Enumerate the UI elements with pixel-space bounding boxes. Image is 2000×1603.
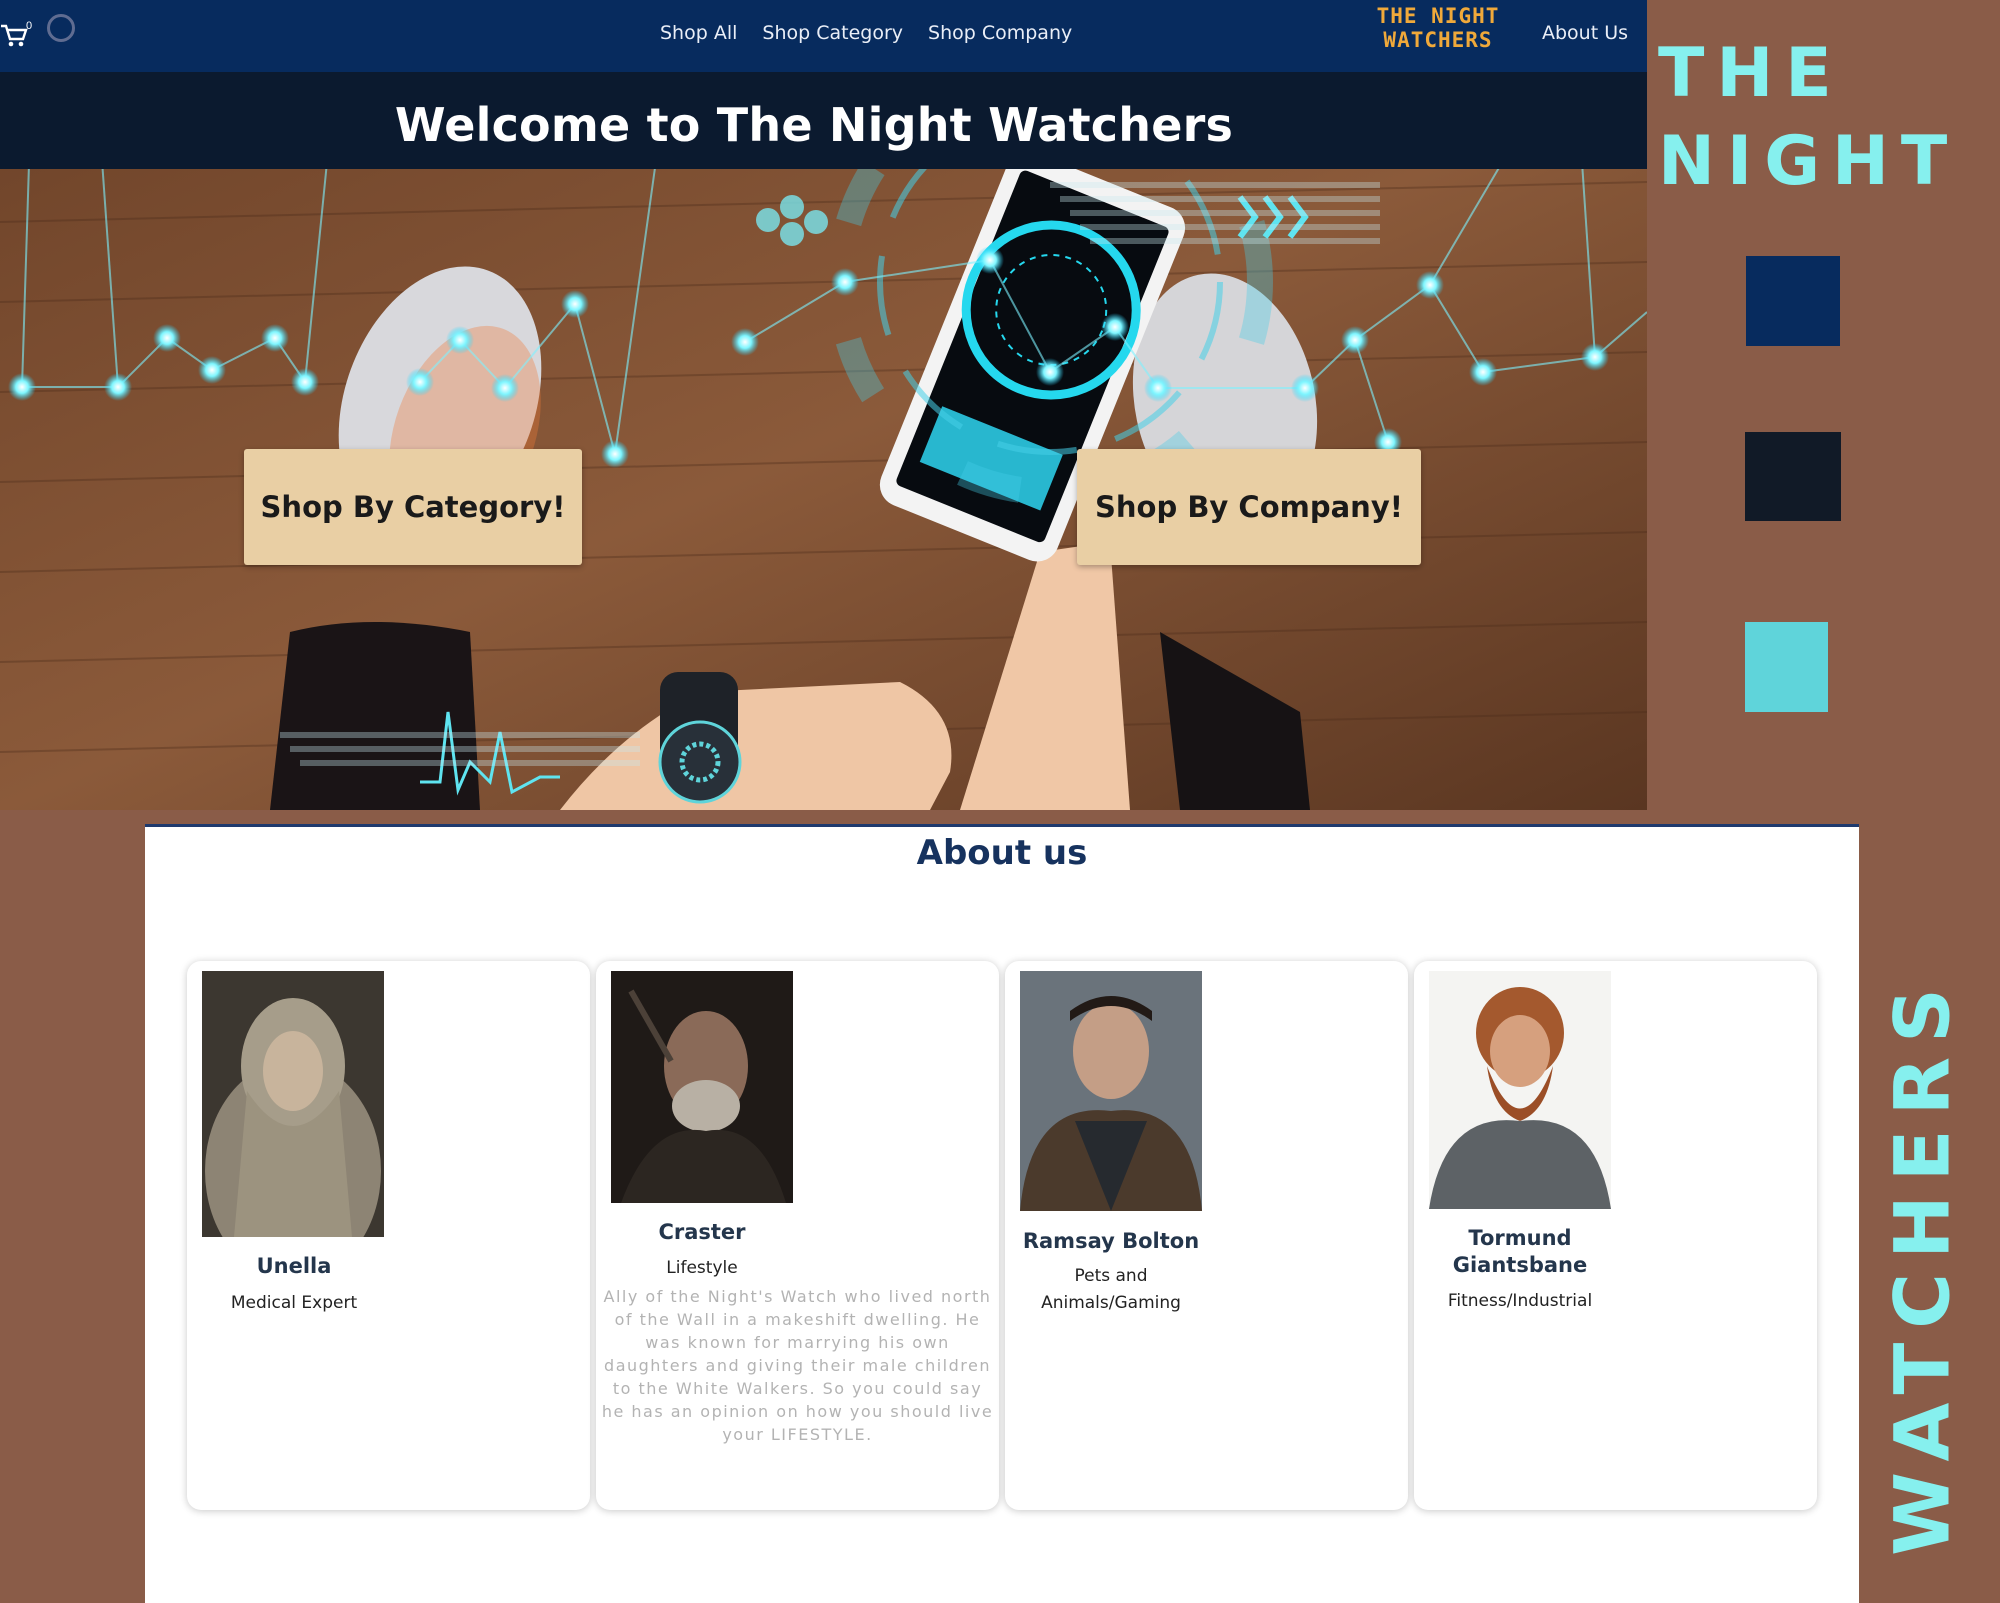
- hero-background-image: [0, 72, 1647, 810]
- shop-by-category-button[interactable]: Shop By Category!: [244, 449, 582, 565]
- portrait-image: [1429, 971, 1611, 1209]
- side-brand-line-2: NIGHT: [1658, 122, 1960, 201]
- main-nav: Shop All Shop Category Shop Company: [660, 22, 1072, 44]
- member-bio: Ally of the Night's Watch who lived nort…: [601, 1287, 994, 1444]
- about-heading: About us: [916, 833, 1088, 873]
- top-navbar: 0 Shop All Shop Category Shop Company TH…: [0, 0, 1647, 72]
- hero-banner: Welcome to The Night Watchers Shop By Ca…: [0, 72, 1647, 810]
- portrait-image: [1020, 971, 1202, 1211]
- member-name: Ramsay Bolton: [1022, 1229, 1200, 1253]
- shop-by-company-button[interactable]: Shop By Company!: [1077, 449, 1421, 565]
- nav-shop-company[interactable]: Shop Company: [928, 22, 1072, 44]
- cart-count: 0: [26, 20, 33, 32]
- nav-about-us[interactable]: About Us: [1542, 22, 1628, 44]
- member-role: Fitness/Industrial: [1447, 1291, 1593, 1311]
- side-brand-line-1: THE: [1658, 34, 1844, 113]
- logo-line-2: WATCHERS: [1383, 28, 1493, 52]
- member-name: Craster: [658, 1220, 746, 1244]
- team-card-unella: Unella Medical Expert: [187, 961, 590, 1510]
- about-section: About us Unella Medical Expert Craster L…: [145, 824, 1859, 1603]
- portrait-image: [611, 971, 793, 1203]
- member-name: Unella: [256, 1254, 332, 1278]
- color-swatch-cyan: [1745, 622, 1828, 712]
- side-brand-title: THE NIGHT: [1658, 30, 1959, 206]
- member-role: Medical Expert: [230, 1293, 358, 1313]
- team-card-tormund-giantsbane: Tormund Giantsbane Fitness/Industrial: [1414, 961, 1817, 1510]
- hero-title: Welcome to The Night Watchers: [394, 98, 1234, 152]
- member-name: Tormund Giantsbane: [1452, 1226, 1588, 1277]
- portrait-image: [202, 971, 384, 1237]
- member-role: Pets and Animals/Gaming: [1041, 1266, 1181, 1313]
- brand-logo[interactable]: THE NIGHT WATCHERS: [1348, 4, 1528, 52]
- side-brand-vertical: WATCHERS: [1877, 974, 1967, 1556]
- member-role: Lifestyle: [666, 1258, 738, 1278]
- team-card-craster: Craster Lifestyle Ally of the Night's Wa…: [596, 961, 999, 1510]
- logo-line-1: THE NIGHT: [1376, 4, 1500, 28]
- circle-icon[interactable]: [47, 14, 75, 42]
- color-swatch-navy: [1746, 256, 1840, 346]
- nav-shop-all[interactable]: Shop All: [660, 22, 737, 44]
- team-card-ramsay-bolton: Ramsay Bolton Pets and Animals/Gaming: [1005, 961, 1408, 1510]
- nav-shop-category[interactable]: Shop Category: [762, 22, 903, 44]
- color-swatch-dark: [1745, 432, 1841, 521]
